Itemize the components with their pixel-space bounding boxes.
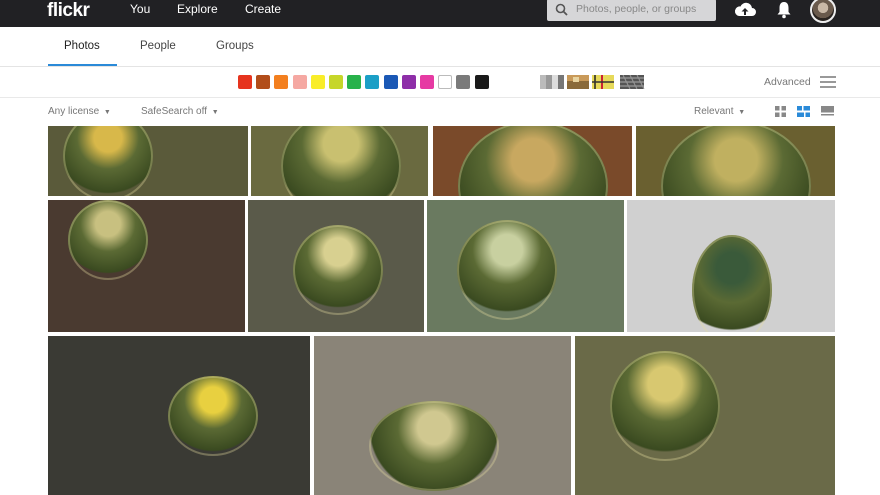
color-swatch[interactable] xyxy=(238,75,252,89)
grid-view-icon[interactable] xyxy=(775,106,786,117)
cactus-photo-content xyxy=(168,376,258,456)
color-swatch[interactable] xyxy=(401,75,416,89)
tab-people[interactable]: People xyxy=(140,40,176,52)
justified-view-icon[interactable] xyxy=(797,106,810,117)
bell-icon[interactable] xyxy=(776,1,792,19)
sort-label: Relevant xyxy=(694,106,734,117)
cactus-photo-content xyxy=(692,235,772,332)
search-icon xyxy=(555,3,568,16)
search-placeholder: Photos, people, or groups xyxy=(576,3,697,15)
color-swatch[interactable] xyxy=(365,75,380,89)
color-swatch[interactable] xyxy=(274,75,289,89)
safesearch-dropdown[interactable]: SafeSearch off ▼ xyxy=(141,106,219,117)
photo-tile[interactable] xyxy=(314,336,571,495)
color-swatch[interactable] xyxy=(310,75,325,89)
photo-tile[interactable] xyxy=(433,126,632,196)
license-dropdown[interactable]: Any license ▼ xyxy=(48,106,111,117)
list-view-icon[interactable] xyxy=(821,106,834,117)
color-swatch[interactable] xyxy=(383,75,398,89)
chevron-down-icon: ▼ xyxy=(103,109,111,116)
color-swatch[interactable] xyxy=(438,75,453,89)
advanced-link[interactable]: Advanced xyxy=(764,76,811,88)
search-input[interactable]: Photos, people, or groups xyxy=(547,0,716,21)
cactus-photo-content xyxy=(457,220,557,320)
photo-tile[interactable] xyxy=(251,126,428,196)
color-swatch[interactable] xyxy=(292,75,307,89)
photo-tile[interactable] xyxy=(427,200,624,332)
active-tab-indicator xyxy=(48,64,117,66)
cactus-photo-content xyxy=(610,351,720,461)
filter-bar: Any license ▼ SafeSearch off ▼ Relevant … xyxy=(0,98,880,124)
color-swatch[interactable] xyxy=(420,75,434,89)
chevron-down-icon: ▼ xyxy=(211,109,219,116)
top-nav-bar: flickr You Explore Create Photos, people… xyxy=(0,0,880,27)
cactus-photo-content xyxy=(63,126,153,196)
photo-tile[interactable] xyxy=(575,336,835,495)
photo-tile[interactable] xyxy=(48,126,248,196)
color-swatch[interactable] xyxy=(256,75,271,89)
color-swatch[interactable] xyxy=(456,75,471,89)
avatar[interactable] xyxy=(810,0,836,23)
photo-tile[interactable] xyxy=(627,200,835,332)
cactus-photo-content xyxy=(68,200,148,280)
color-swatch[interactable] xyxy=(347,75,362,89)
license-label: Any license xyxy=(48,106,100,117)
advanced-filters-icon[interactable] xyxy=(820,75,836,89)
tab-groups[interactable]: Groups xyxy=(216,40,254,52)
photo-tile[interactable] xyxy=(48,200,245,332)
nav-you[interactable]: You xyxy=(130,2,150,16)
cactus-photo-content xyxy=(293,225,383,315)
cactus-photo-content xyxy=(458,126,608,196)
search-type-tabs: Photos People Groups xyxy=(0,27,880,67)
safesearch-label: SafeSearch off xyxy=(141,106,207,117)
cactus-photo-content xyxy=(281,126,401,196)
upload-cloud-icon[interactable] xyxy=(733,1,757,19)
cactus-photo-content xyxy=(369,401,499,491)
color-swatch[interactable] xyxy=(329,75,343,89)
photo-tile[interactable] xyxy=(636,126,835,196)
sort-dropdown[interactable]: Relevant ▼ xyxy=(694,106,745,117)
flickr-logo[interactable]: flickr xyxy=(47,0,90,22)
nav-create[interactable]: Create xyxy=(245,2,281,16)
photo-tile[interactable] xyxy=(248,200,424,332)
style-filter-swatches[interactable] xyxy=(540,75,646,89)
cactus-photo-content xyxy=(661,126,811,196)
color-filter-row: Advanced xyxy=(0,67,880,98)
nav-explore[interactable]: Explore xyxy=(177,2,218,16)
color-swatch[interactable] xyxy=(474,75,489,89)
photo-tile[interactable] xyxy=(48,336,310,495)
chevron-down-icon: ▼ xyxy=(738,109,746,116)
tab-photos[interactable]: Photos xyxy=(64,40,100,52)
